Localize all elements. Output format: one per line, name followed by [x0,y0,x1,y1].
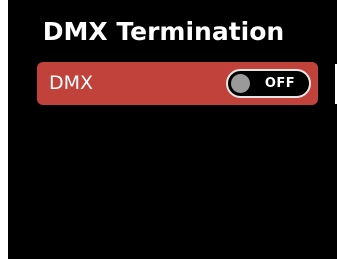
toggle-state-label: OFF [264,76,296,91]
dmx-termination-screen: DMX Termination DMX OFF [8,0,337,259]
dmx-toggle-switch[interactable]: OFF [226,69,311,98]
toggle-knob [231,74,250,93]
row-label-dmx: DMX [49,72,94,94]
settings-row-dmx[interactable]: DMX OFF [37,62,318,105]
page-title: DMX Termination [42,17,285,46]
